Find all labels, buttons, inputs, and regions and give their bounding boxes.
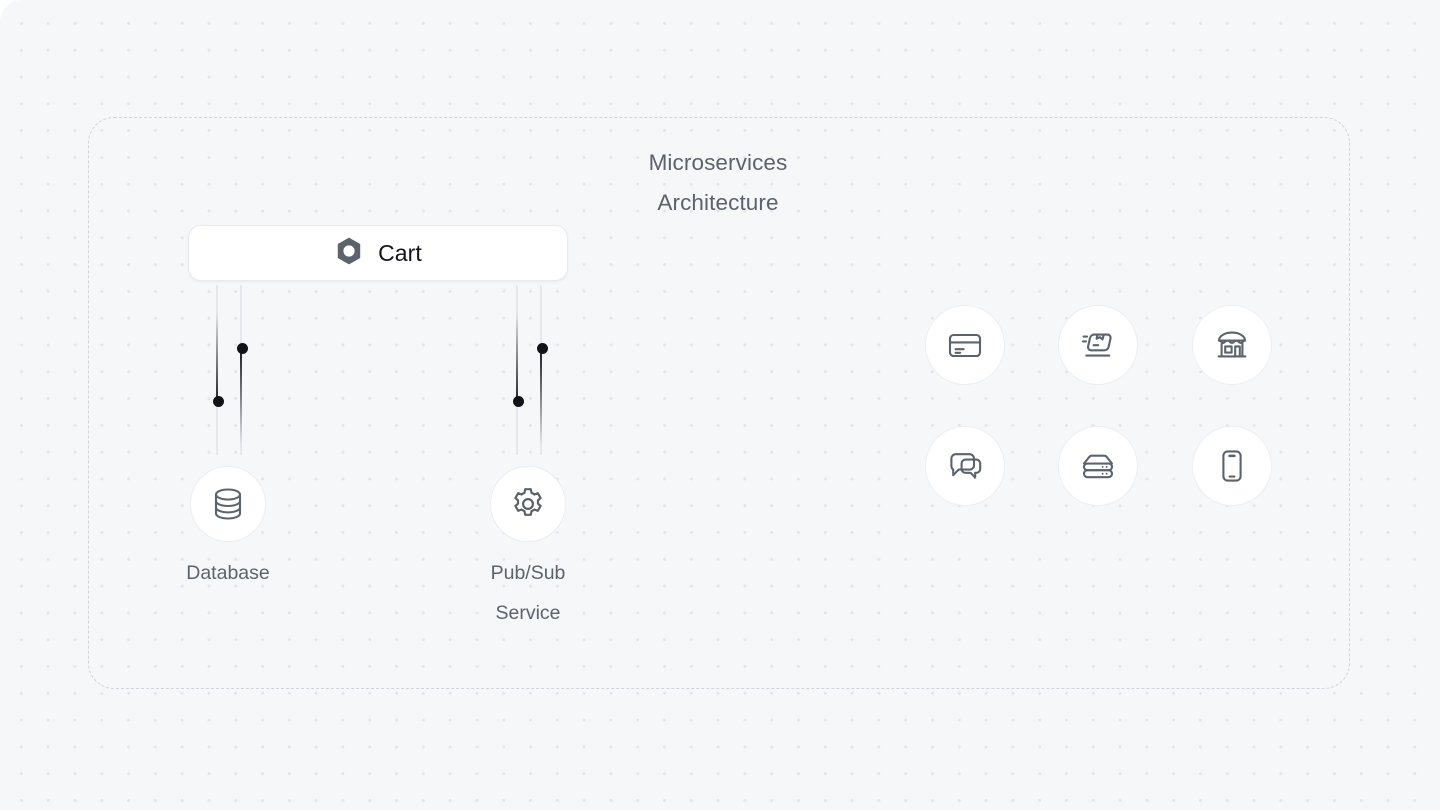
grid-item-payments[interactable]: [925, 305, 1005, 385]
edge-pulse-left: [216, 313, 218, 401]
node-database[interactable]: Database: [129, 466, 327, 593]
grid-item-shipping[interactable]: [1058, 305, 1138, 385]
cart-service-card[interactable]: Cart: [188, 225, 568, 281]
grid-item-server[interactable]: [1058, 426, 1138, 506]
node-database-label: Database: [186, 562, 270, 584]
mobile-phone-icon: [1222, 450, 1242, 482]
storefront-icon: [1217, 331, 1247, 358]
diagram-canvas: Microservices Architecture Cart Database…: [0, 0, 1440, 810]
edge-pulse-left: [516, 313, 518, 401]
gear-icon: [514, 488, 542, 516]
edge-pulse-right: [540, 353, 542, 445]
node-pubsub-circle: [490, 466, 566, 542]
cart-service-label: Cart: [378, 239, 422, 266]
edge-dot-right: [536, 343, 548, 354]
credit-card-icon: [948, 333, 982, 358]
shipping-package-icon: [1081, 333, 1112, 357]
server-stack-icon: [1082, 454, 1114, 479]
node-pubsub-label: Pub/Sub Service: [490, 562, 566, 624]
grid-item-messaging[interactable]: [925, 426, 1005, 506]
edge-dot-left: [212, 396, 224, 407]
chat-bubbles-icon: [950, 453, 982, 479]
grid-item-mobile[interactable]: [1192, 426, 1272, 506]
edge-dot-right: [236, 343, 248, 354]
edge-dot-left: [512, 396, 524, 407]
edge-cart-to-database: [210, 285, 248, 455]
edge-cart-to-pubsub: [510, 285, 548, 455]
group-title: Microservices Architecture: [648, 150, 788, 215]
hex-nut-icon: [334, 236, 364, 271]
node-pubsub[interactable]: Pub/Sub Service: [429, 466, 627, 633]
edge-pulse-right: [240, 353, 242, 445]
node-database-circle: [190, 466, 266, 542]
grid-item-storefront[interactable]: [1192, 305, 1272, 385]
database-icon: [214, 488, 242, 520]
